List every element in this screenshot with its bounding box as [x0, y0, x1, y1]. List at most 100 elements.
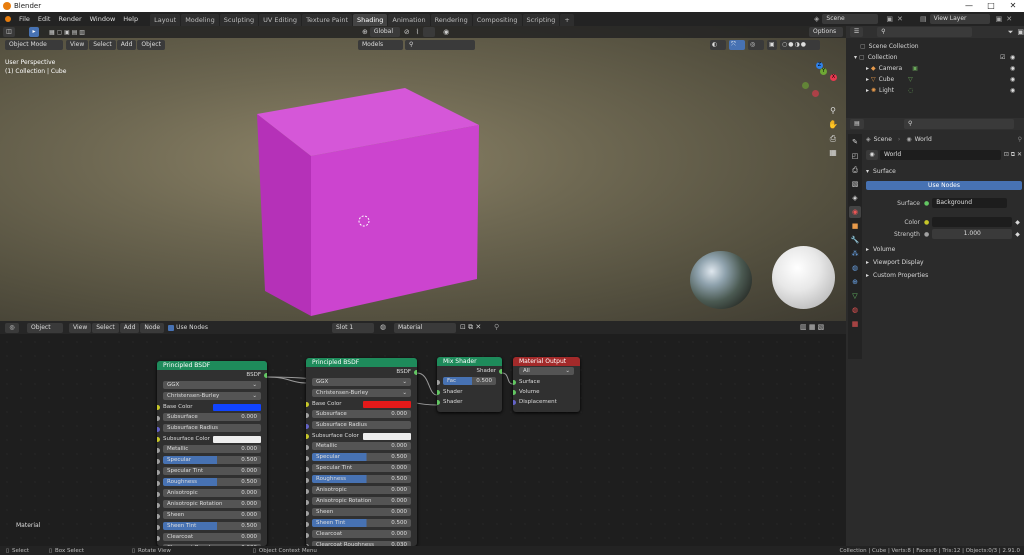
- particles-tab-icon[interactable]: ⁂: [849, 248, 861, 260]
- input-socket[interactable]: [157, 536, 160, 541]
- select-mode-icons[interactable]: ▦ ▢ ▣ ▤ ▥: [49, 29, 85, 36]
- input-slider[interactable]: Anisotropic 0.000: [312, 486, 411, 494]
- input-slider[interactable]: Sheen 0.000: [312, 508, 411, 516]
- viewport-menu-object[interactable]: Object: [137, 40, 165, 50]
- transform-orientation-dropdown[interactable]: Global: [369, 27, 400, 37]
- expand-chevron-icon[interactable]: ▸: [866, 85, 869, 96]
- modifier-tab-icon[interactable]: 🔧: [849, 234, 861, 246]
- input-slider[interactable]: Subsurface Radius: [163, 424, 261, 432]
- distribution-dropdown[interactable]: GGX ⌄: [312, 378, 411, 386]
- object-tab-icon[interactable]: ■: [849, 220, 861, 232]
- input-slider[interactable]: Subsurface Radius: [312, 421, 411, 429]
- outliner-item-light[interactable]: ▸ ✺ Light ◌ ◉: [866, 85, 1024, 96]
- navigation-gizmo[interactable]: Z X Y: [800, 62, 840, 102]
- camera-data-icon[interactable]: ▣: [912, 63, 918, 74]
- gizmo-neg-y-axis[interactable]: [802, 82, 809, 89]
- input-socket[interactable]: [306, 424, 309, 429]
- color-swatch-field[interactable]: [932, 217, 1013, 227]
- input-socket[interactable]: [306, 511, 309, 516]
- checkbox-icon[interactable]: ☑: [1000, 52, 1005, 63]
- input-socket[interactable]: [306, 413, 309, 418]
- menu-edit[interactable]: Edit: [34, 12, 55, 26]
- tab-compositing[interactable]: Compositing: [472, 13, 522, 26]
- input-slider[interactable]: Specular 0.500: [163, 456, 261, 464]
- surface-panel-header[interactable]: ▾ Surface: [866, 164, 1022, 178]
- physics-tab-icon[interactable]: ◍: [849, 262, 861, 274]
- input-socket[interactable]: [157, 492, 160, 497]
- filter-icon[interactable]: ⏷: [1008, 28, 1014, 37]
- strength-field[interactable]: 1.000: [932, 229, 1013, 239]
- close-button[interactable]: ✕: [1002, 0, 1024, 12]
- menu-render[interactable]: Render: [54, 12, 85, 26]
- pivot-icon[interactable]: ⊘: [404, 28, 410, 36]
- scene-collection-row[interactable]: ▢ Scene Collection: [860, 41, 1024, 52]
- input-slider[interactable]: Specular Tint 0.000: [312, 464, 411, 472]
- material-tab-icon[interactable]: ◍: [849, 304, 861, 316]
- mix-output-socket[interactable]: [499, 369, 502, 374]
- models-dropdown[interactable]: Models: [358, 40, 403, 50]
- input-socket[interactable]: [306, 402, 309, 407]
- mix-shader-node[interactable]: Mix Shader Shader Fac 0.500 Shader Shader: [437, 357, 502, 412]
- input-slider[interactable]: Sheen 0.000: [163, 511, 261, 519]
- new-view-layer-icon[interactable]: ▣: [996, 15, 1003, 23]
- gizmo-toggle-icon[interactable]: ⤧: [729, 40, 745, 50]
- outliner-item-cube[interactable]: ▸ ▽ Cube ▽ ◉: [866, 74, 1024, 85]
- asset-search-input[interactable]: ⚲: [405, 40, 475, 50]
- input-socket[interactable]: [306, 500, 309, 505]
- tab-texture-paint[interactable]: Texture Paint: [302, 13, 353, 26]
- base-color-swatch[interactable]: [363, 400, 411, 408]
- input-slider[interactable]: Roughness 0.500: [163, 478, 261, 486]
- collapse-chevron-icon[interactable]: ▾: [854, 52, 857, 63]
- subsurface-color-swatch[interactable]: [213, 435, 261, 443]
- data-tab-icon[interactable]: ▽: [849, 290, 861, 302]
- texture-tab-icon[interactable]: ▦: [849, 318, 861, 330]
- minimize-button[interactable]: —: [958, 0, 980, 12]
- keyframe-icon[interactable]: ◆: [1015, 231, 1020, 238]
- overlay-icon[interactable]: ◎: [748, 40, 764, 50]
- fac-socket[interactable]: [437, 380, 440, 385]
- tab-layout[interactable]: Layout: [150, 13, 181, 26]
- input-socket[interactable]: [157, 416, 160, 421]
- input-slider[interactable]: Metallic 0.000: [163, 445, 261, 453]
- view-layer-tab-icon[interactable]: ▧: [849, 178, 861, 190]
- eye-icon[interactable]: ◉: [1010, 74, 1015, 85]
- input-slider[interactable]: Clearcoat 0.000: [163, 533, 261, 541]
- distribution-dropdown[interactable]: GGX ⌄: [163, 381, 261, 389]
- fac-slider[interactable]: Fac 0.500: [443, 377, 496, 385]
- principled-bsdf-node-1[interactable]: Principled BSDF BSDF GGX ⌄ Christensen-Bu…: [157, 361, 267, 546]
- input-socket[interactable]: [157, 427, 160, 432]
- new-scene-icon[interactable]: ▣: [886, 15, 893, 23]
- zoom-icon[interactable]: ⚲: [826, 104, 840, 118]
- new-collection-icon[interactable]: ▣: [1017, 28, 1024, 36]
- world-name-field[interactable]: World: [880, 150, 1001, 160]
- viewport-menu-select[interactable]: Select: [89, 40, 116, 50]
- light-data-icon[interactable]: ◌: [908, 85, 913, 96]
- eye-icon[interactable]: ◉: [1010, 52, 1015, 63]
- input-slider[interactable]: Anisotropic 0.000: [163, 489, 261, 497]
- 3d-viewport[interactable]: ◫ ▸ ▦ ▢ ▣ ▤ ▥ ⊕ Global ⊘ ⌇ ◉ Options Obj…: [0, 26, 846, 321]
- eye-icon[interactable]: ◉: [1010, 85, 1015, 96]
- editor-type-icon[interactable]: ◫: [3, 27, 15, 37]
- input-socket[interactable]: [306, 522, 309, 527]
- input-slider[interactable]: Subsurface 0.000: [163, 413, 261, 421]
- input-socket[interactable]: [306, 533, 309, 538]
- tab-rendering[interactable]: Rendering: [430, 13, 472, 26]
- base-color-swatch[interactable]: [213, 403, 261, 411]
- tool-tab-icon[interactable]: ✎: [849, 136, 861, 148]
- outliner-editor-type-icon[interactable]: ☰: [850, 27, 864, 37]
- object-mode-dropdown[interactable]: Object Mode: [5, 40, 63, 50]
- properties-search-input[interactable]: ⚲: [904, 119, 1014, 129]
- delete-view-layer-icon[interactable]: ✕: [1006, 15, 1012, 23]
- viewport-menu-add[interactable]: Add: [116, 40, 137, 50]
- tab-sculpting[interactable]: Sculpting: [219, 13, 259, 26]
- input-slider[interactable]: Specular Tint 0.000: [163, 467, 261, 475]
- input-socket[interactable]: [157, 470, 160, 475]
- sss-method-dropdown[interactable]: Christensen-Burley ⌄: [312, 389, 411, 397]
- bsdf-output-socket[interactable]: [414, 370, 417, 375]
- input-socket[interactable]: [157, 503, 160, 508]
- outliner-search-input[interactable]: ⚲: [877, 27, 972, 37]
- world-tab-icon[interactable]: ◉: [849, 206, 861, 218]
- expand-chevron-icon[interactable]: ▸: [866, 63, 869, 74]
- proportional-edit-icon[interactable]: ◉: [443, 28, 449, 36]
- eye-icon[interactable]: ◉: [1010, 63, 1015, 74]
